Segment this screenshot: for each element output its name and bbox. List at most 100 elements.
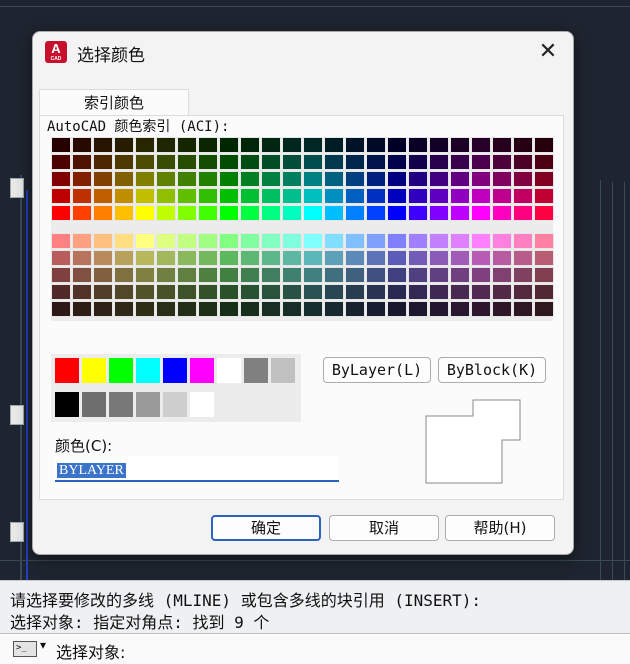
aci-color-cell[interactable]: [240, 205, 260, 221]
aci-color-cell[interactable]: [240, 301, 260, 317]
aci-color-cell[interactable]: [303, 154, 323, 170]
aci-color-cell[interactable]: [177, 188, 197, 204]
ok-button[interactable]: 确定: [211, 515, 321, 541]
aci-color-cell[interactable]: [198, 250, 218, 266]
aci-color-cell[interactable]: [345, 301, 365, 317]
aci-color-cell[interactable]: [408, 301, 428, 317]
aci-color-cell[interactable]: [135, 137, 155, 153]
aci-color-cell[interactable]: [156, 188, 176, 204]
aci-color-cell[interactable]: [492, 250, 512, 266]
help-button[interactable]: 帮助(H): [445, 515, 555, 541]
aci-color-cell[interactable]: [261, 250, 281, 266]
aci-color-cell[interactable]: [408, 188, 428, 204]
aci-color-cell[interactable]: [156, 205, 176, 221]
aci-color-cell[interactable]: [51, 188, 71, 204]
aci-color-cell[interactable]: [513, 188, 533, 204]
aci-color-cell[interactable]: [261, 267, 281, 283]
gray-color-swatch[interactable]: [108, 391, 134, 418]
aci-color-cell[interactable]: [282, 137, 302, 153]
aci-color-cell[interactable]: [72, 250, 92, 266]
aci-color-cell[interactable]: [219, 284, 239, 300]
aci-color-cell[interactable]: [114, 250, 134, 266]
aci-color-cell[interactable]: [387, 205, 407, 221]
aci-color-cell[interactable]: [219, 250, 239, 266]
aci-color-cell[interactable]: [513, 171, 533, 187]
aci-color-cell[interactable]: [135, 233, 155, 249]
aci-color-cell[interactable]: [219, 267, 239, 283]
aci-color-cell[interactable]: [513, 267, 533, 283]
aci-color-cell[interactable]: [513, 284, 533, 300]
aci-color-cell[interactable]: [156, 267, 176, 283]
aci-color-cell[interactable]: [135, 205, 155, 221]
aci-color-cell[interactable]: [471, 250, 491, 266]
aci-color-cell[interactable]: [450, 137, 470, 153]
aci-color-cell[interactable]: [429, 250, 449, 266]
aci-color-cell[interactable]: [93, 171, 113, 187]
aci-color-cell[interactable]: [93, 284, 113, 300]
standard-color-swatch[interactable]: [189, 357, 215, 384]
aci-color-cell[interactable]: [282, 188, 302, 204]
aci-color-cell[interactable]: [429, 284, 449, 300]
aci-color-cell[interactable]: [177, 250, 197, 266]
aci-color-cell[interactable]: [177, 154, 197, 170]
color-input[interactable]: BYLAYER: [55, 456, 339, 482]
aci-color-cell[interactable]: [177, 233, 197, 249]
aci-color-cell[interactable]: [492, 171, 512, 187]
aci-color-cell[interactable]: [219, 205, 239, 221]
aci-color-cell[interactable]: [324, 137, 344, 153]
aci-color-cell[interactable]: [534, 171, 554, 187]
aci-color-cell[interactable]: [303, 301, 323, 317]
aci-color-cell[interactable]: [177, 137, 197, 153]
aci-color-cell[interactable]: [450, 171, 470, 187]
aci-color-cell[interactable]: [450, 205, 470, 221]
aci-color-cell[interactable]: [492, 205, 512, 221]
aci-color-cell[interactable]: [366, 171, 386, 187]
aci-color-cell[interactable]: [93, 250, 113, 266]
aci-color-cell[interactable]: [219, 188, 239, 204]
aci-color-cell[interactable]: [72, 284, 92, 300]
aci-color-cell[interactable]: [240, 188, 260, 204]
aci-color-cell[interactable]: [282, 267, 302, 283]
aci-color-cell[interactable]: [198, 267, 218, 283]
aci-color-cell[interactable]: [324, 301, 344, 317]
aci-color-cell[interactable]: [219, 154, 239, 170]
standard-color-swatch[interactable]: [108, 357, 134, 384]
dialog-titlebar[interactable]: A CAD 选择颜色 ✕: [33, 32, 573, 72]
aci-color-cell[interactable]: [72, 205, 92, 221]
gray-color-swatch[interactable]: [81, 391, 107, 418]
aci-color-cell[interactable]: [450, 267, 470, 283]
aci-color-cell[interactable]: [51, 301, 71, 317]
aci-color-cell[interactable]: [303, 233, 323, 249]
grip-handle[interactable]: [10, 522, 24, 542]
aci-color-cell[interactable]: [72, 154, 92, 170]
aci-color-cell[interactable]: [471, 301, 491, 317]
aci-color-cell[interactable]: [429, 154, 449, 170]
aci-color-cell[interactable]: [387, 171, 407, 187]
standard-color-swatch[interactable]: [54, 357, 80, 384]
aci-color-cell[interactable]: [408, 205, 428, 221]
aci-color-cell[interactable]: [492, 137, 512, 153]
aci-color-cell[interactable]: [324, 267, 344, 283]
aci-color-cell[interactable]: [51, 171, 71, 187]
aci-color-cell[interactable]: [387, 233, 407, 249]
aci-color-cell[interactable]: [471, 233, 491, 249]
gray-color-swatch[interactable]: [162, 391, 188, 418]
aci-color-cell[interactable]: [282, 250, 302, 266]
aci-color-cell[interactable]: [492, 233, 512, 249]
aci-color-cell[interactable]: [513, 154, 533, 170]
aci-color-cell[interactable]: [72, 233, 92, 249]
aci-color-cell[interactable]: [261, 188, 281, 204]
aci-color-cell[interactable]: [450, 250, 470, 266]
aci-color-cell[interactable]: [492, 188, 512, 204]
aci-color-cell[interactable]: [198, 205, 218, 221]
aci-color-cell[interactable]: [366, 205, 386, 221]
aci-color-cell[interactable]: [408, 250, 428, 266]
aci-color-cell[interactable]: [261, 154, 281, 170]
aci-color-cell[interactable]: [219, 171, 239, 187]
aci-color-cell[interactable]: [345, 250, 365, 266]
aci-color-cell[interactable]: [261, 233, 281, 249]
aci-color-cell[interactable]: [198, 284, 218, 300]
aci-color-cell[interactable]: [492, 267, 512, 283]
aci-color-cell[interactable]: [324, 284, 344, 300]
command-prompt-bar[interactable]: >_ ▾ 选择对象:: [0, 633, 630, 664]
